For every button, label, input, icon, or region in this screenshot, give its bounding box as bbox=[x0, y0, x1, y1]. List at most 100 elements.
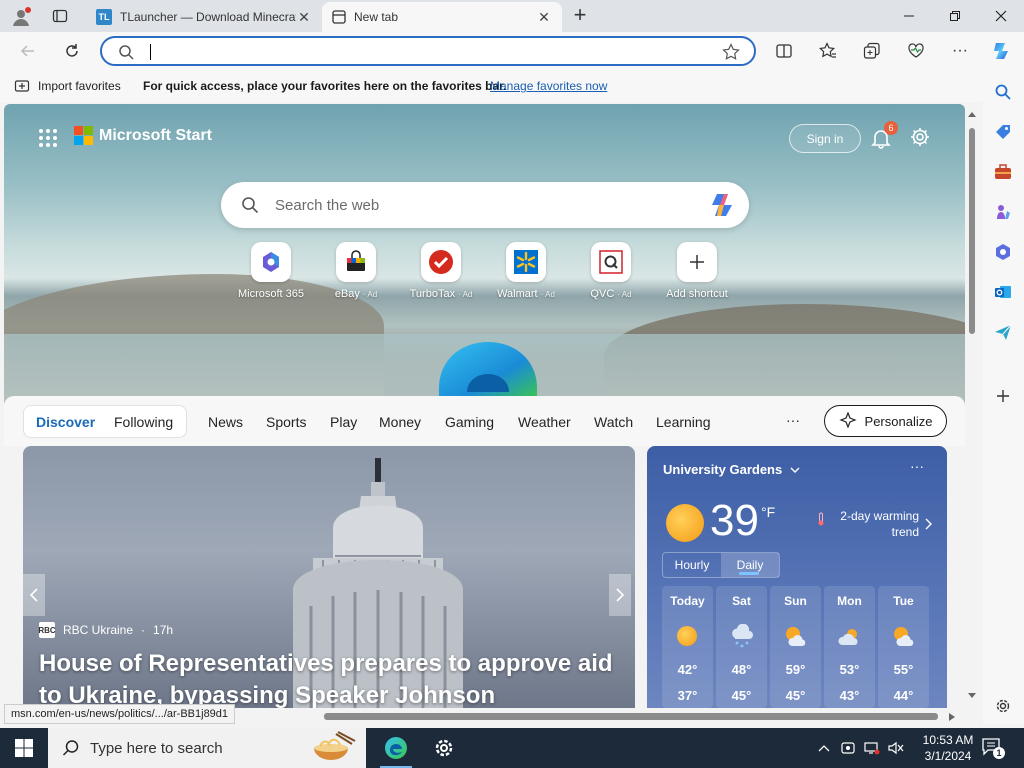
hourly-toggle[interactable]: Hourly bbox=[663, 553, 721, 577]
tab-gaming[interactable]: Gaming bbox=[445, 414, 494, 430]
forecast-day[interactable]: Sun 59° 45° bbox=[770, 586, 821, 708]
tab-watch[interactable]: Watch bbox=[594, 414, 633, 430]
tab-following[interactable]: Following bbox=[114, 414, 173, 430]
tab-weather[interactable]: Weather bbox=[518, 414, 571, 430]
start-button[interactable] bbox=[0, 728, 48, 768]
browser-essentials-icon[interactable] bbox=[902, 39, 930, 63]
page-settings-gear-icon[interactable] bbox=[909, 126, 931, 148]
microsoft-365-sidebar-icon[interactable] bbox=[993, 242, 1013, 262]
scroll-down-arrow-icon[interactable] bbox=[967, 692, 977, 700]
copilot-icon[interactable] bbox=[988, 39, 1016, 63]
walmart-icon bbox=[506, 242, 546, 282]
title-bar: TL TLauncher — Download Minecraft ✕ New … bbox=[0, 0, 1024, 32]
weather-card[interactable]: University Gardens ··· 39 °F 2-day warmi… bbox=[647, 446, 947, 708]
shortcut-walmart[interactable]: Walmart · Ad bbox=[484, 242, 568, 300]
daily-toggle[interactable]: Daily bbox=[721, 553, 779, 577]
weather-trend[interactable]: 2-day warming trend bbox=[817, 508, 919, 540]
new-tab-button[interactable]: + bbox=[568, 4, 592, 28]
favorite-star-icon[interactable] bbox=[722, 43, 740, 61]
close-window-button[interactable] bbox=[978, 0, 1024, 32]
more-tabs-button[interactable]: ··· bbox=[786, 412, 800, 428]
tab-sports[interactable]: Sports bbox=[266, 414, 306, 430]
web-search-input[interactable] bbox=[275, 194, 675, 216]
tab-tlauncher[interactable]: TL TLauncher — Download Minecraft ✕ bbox=[86, 2, 322, 32]
news-headline[interactable]: House of Representatives prepares to app… bbox=[39, 648, 629, 708]
profile-icon[interactable] bbox=[10, 6, 32, 28]
weather-location-selector[interactable]: University Gardens bbox=[663, 462, 800, 477]
app-launcher-icon[interactable] bbox=[38, 128, 58, 148]
shortcut-add[interactable]: Add shortcut bbox=[655, 242, 739, 300]
temperature-unit[interactable]: °F bbox=[761, 504, 775, 520]
shortcut-qvc[interactable]: QVC · Ad bbox=[569, 242, 653, 300]
sunny-icon bbox=[677, 626, 697, 646]
tab-actions-icon[interactable] bbox=[52, 8, 68, 24]
restore-button[interactable] bbox=[932, 0, 978, 32]
tools-briefcase-icon[interactable] bbox=[993, 162, 1013, 182]
vertical-scroll-thumb[interactable] bbox=[969, 128, 975, 334]
sidebar-search-icon[interactable] bbox=[993, 82, 1013, 102]
carousel-next-button[interactable] bbox=[609, 574, 631, 616]
send-drop-icon[interactable] bbox=[993, 322, 1013, 342]
chevron-right-icon[interactable] bbox=[924, 518, 932, 530]
system-clock[interactable]: 10:53 AM 3/1/2024 bbox=[914, 732, 982, 764]
outlook-icon[interactable] bbox=[993, 282, 1013, 302]
shortcut-label: eBay bbox=[334, 288, 360, 300]
address-bar[interactable] bbox=[100, 36, 756, 66]
copilot-search-icon[interactable] bbox=[709, 192, 737, 218]
vertical-scrollbar[interactable] bbox=[965, 104, 979, 708]
sidebar-settings-gear-icon[interactable] bbox=[993, 696, 1013, 716]
microsoft-start-logo[interactable]: Microsoft Start bbox=[74, 126, 212, 145]
tab-discover[interactable]: Discover bbox=[36, 414, 95, 430]
search-icon bbox=[118, 44, 134, 60]
split-screen-icon[interactable] bbox=[770, 39, 798, 63]
tab-play[interactable]: Play bbox=[330, 414, 357, 430]
taskbar-edge[interactable] bbox=[372, 728, 420, 768]
tab-news[interactable]: News bbox=[208, 414, 243, 430]
forecast-day[interactable]: Today 42° 37° bbox=[662, 586, 713, 708]
favorites-icon[interactable] bbox=[814, 39, 842, 63]
scroll-right-arrow-icon[interactable] bbox=[948, 712, 956, 722]
carousel-prev-button[interactable] bbox=[23, 574, 45, 616]
import-favorites-label: Import favorites bbox=[38, 79, 121, 93]
taskbar-search-box[interactable] bbox=[48, 728, 366, 768]
taskbar-settings[interactable] bbox=[420, 728, 468, 768]
scroll-up-arrow-icon[interactable] bbox=[967, 110, 977, 118]
import-favorites-button[interactable]: Import favorites bbox=[14, 78, 121, 94]
shortcut-microsoft-365[interactable]: Microsoft 365 bbox=[229, 242, 313, 300]
web-search-box[interactable] bbox=[221, 182, 749, 228]
tab-learning[interactable]: Learning bbox=[656, 414, 711, 430]
top-story-card[interactable]: RBC RBC Ukraine · 17h House of Represent… bbox=[23, 446, 635, 708]
horizontal-scroll-thumb[interactable] bbox=[324, 713, 938, 720]
notification-count-badge: 6 bbox=[884, 121, 898, 135]
news-source[interactable]: RBC RBC Ukraine · 17h bbox=[38, 622, 173, 638]
tray-app-icon[interactable] bbox=[840, 740, 856, 756]
personalize-button[interactable]: Personalize bbox=[824, 405, 947, 437]
show-hidden-icons-chevron-icon[interactable] bbox=[816, 740, 832, 756]
close-tab-icon[interactable]: ✕ bbox=[536, 9, 552, 26]
sign-in-button[interactable]: Sign in bbox=[789, 124, 861, 153]
add-sidebar-app-icon[interactable] bbox=[993, 386, 1013, 406]
tab-new-tab[interactable]: New tab ✕ bbox=[322, 2, 562, 32]
games-chess-icon[interactable] bbox=[993, 202, 1013, 222]
weather-more-icon[interactable]: ··· bbox=[910, 458, 924, 474]
forecast-day[interactable]: Sat 48° 45° bbox=[716, 586, 767, 708]
shortcut-turbotax[interactable]: TurboTax · Ad bbox=[399, 242, 483, 300]
volume-muted-icon[interactable] bbox=[888, 740, 904, 756]
refresh-icon[interactable] bbox=[58, 39, 86, 63]
shopping-tag-icon[interactable] bbox=[993, 122, 1013, 142]
close-tab-icon[interactable]: ✕ bbox=[296, 9, 312, 26]
forecast-low: 45° bbox=[785, 688, 806, 703]
collections-icon[interactable] bbox=[858, 39, 886, 63]
back-icon[interactable] bbox=[14, 39, 42, 63]
tab-money[interactable]: Money bbox=[379, 414, 421, 430]
more-menu-icon[interactable]: ··· bbox=[946, 39, 974, 63]
action-center-icon[interactable]: 1 bbox=[982, 738, 1005, 759]
forecast-day[interactable]: Mon 53° 43° bbox=[824, 586, 875, 708]
manage-favorites-link[interactable]: Manage favorites now bbox=[490, 79, 607, 93]
forecast-day[interactable]: Tue 55° 44° bbox=[878, 586, 929, 708]
address-input[interactable] bbox=[148, 42, 708, 62]
minimize-button[interactable] bbox=[886, 0, 932, 32]
network-icon[interactable] bbox=[864, 740, 880, 756]
shortcut-ebay[interactable]: eBay · Ad bbox=[314, 242, 398, 300]
taskbar-search-input[interactable] bbox=[90, 739, 290, 757]
